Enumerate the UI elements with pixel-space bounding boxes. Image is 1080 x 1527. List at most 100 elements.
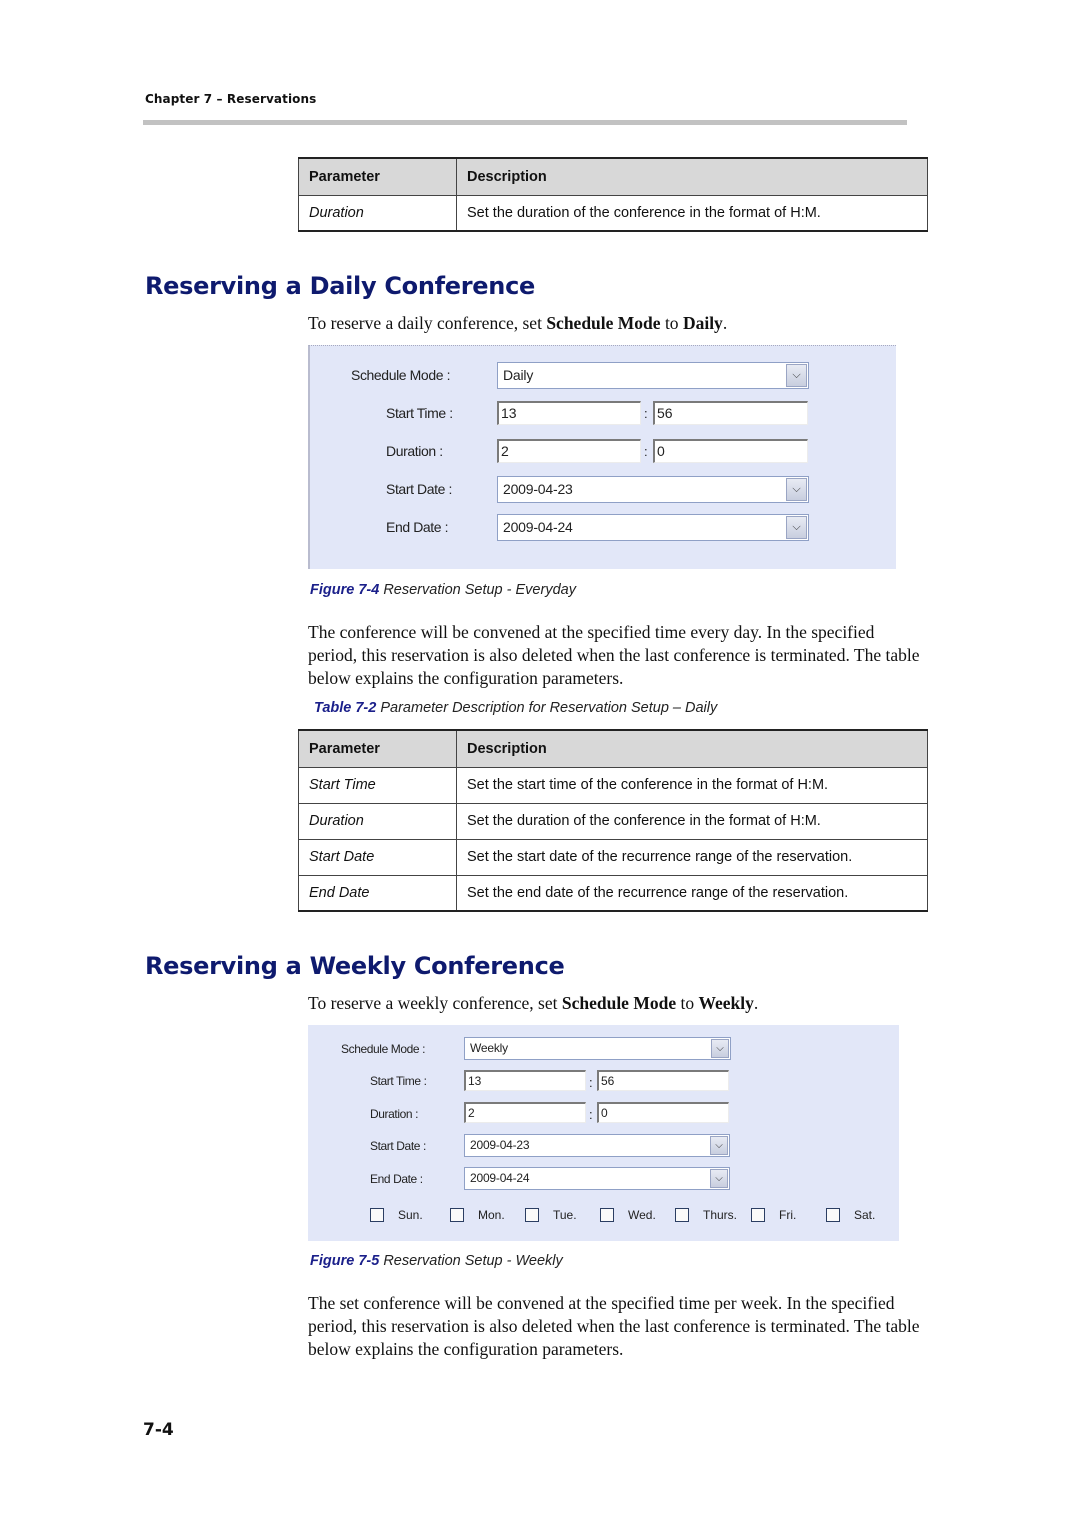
start-time-minute-input[interactable]: 56 [597, 1070, 729, 1091]
end-date-select[interactable]: 2009-04-24 ⌵ [464, 1167, 730, 1190]
checkbox-icon[interactable] [370, 1208, 384, 1222]
param-name: Duration [298, 195, 457, 232]
column-header-description: Description [456, 157, 928, 196]
day-label: Fri. [779, 1208, 797, 1222]
column-header-description: Description [456, 729, 928, 768]
param-desc: Set the duration of the conference in th… [456, 803, 928, 840]
intro-daily: To reserve a daily conference, set Sched… [308, 312, 923, 335]
chevron-down-icon[interactable]: ⌵ [786, 364, 807, 387]
intro-bold-weekly: Weekly [698, 993, 754, 1013]
page-number: 7-4 [143, 1420, 174, 1440]
intro-text: . [753, 993, 759, 1013]
start-date-value: 2009-04-23 [503, 481, 573, 497]
schedule-mode-label: Schedule Mode : [351, 367, 451, 383]
day-checkbox-sun[interactable]: Sun. [370, 1208, 423, 1222]
caption-text: Parameter Description for Reservation Se… [376, 700, 718, 716]
checkbox-icon[interactable] [751, 1208, 765, 1222]
day-checkbox-sat[interactable]: Sat. [826, 1208, 875, 1222]
day-checkbox-wed[interactable]: Wed. [600, 1208, 656, 1222]
day-label: Sat. [854, 1208, 876, 1222]
end-date-value: 2009-04-24 [470, 1171, 530, 1185]
time-separator: : [644, 444, 648, 459]
chevron-down-icon[interactable]: ⌵ [786, 478, 807, 501]
end-date-value: 2009-04-24 [503, 519, 573, 535]
time-separator: : [589, 1075, 593, 1090]
start-time-hour-input[interactable]: 13 [464, 1070, 586, 1091]
start-date-select[interactable]: 2009-04-23 ⌵ [464, 1134, 730, 1157]
start-date-value: 2009-04-23 [470, 1138, 530, 1152]
caption-number: Table 7-2 [314, 700, 377, 716]
start-time-minute-input[interactable]: 56 [653, 401, 808, 425]
intro-bold-schedule-mode: Schedule Mode [546, 313, 661, 333]
param-name: Start Date [298, 839, 457, 876]
chevron-down-icon[interactable]: ⌵ [710, 1169, 728, 1188]
end-date-select[interactable]: 2009-04-24 ⌵ [497, 514, 809, 541]
schedule-mode-value: Weekly [470, 1041, 508, 1055]
table-row: Start Time Set the start time of the con… [298, 767, 928, 804]
start-time-label: Start Time : [370, 1074, 427, 1088]
daily-form-panel: Schedule Mode : Daily ⌵ Start Time : 13 … [308, 345, 896, 569]
day-checkbox-thurs[interactable]: Thurs. [675, 1208, 737, 1222]
chevron-down-icon[interactable]: ⌵ [711, 1039, 729, 1058]
figure-caption-7-4: Figure 7-4 Reservation Setup - Everyday [310, 582, 576, 598]
param-name: Duration [298, 803, 457, 840]
caption-text: Reservation Setup - Weekly [379, 1253, 563, 1269]
chevron-down-icon[interactable]: ⌵ [786, 516, 807, 539]
day-checkbox-fri[interactable]: Fri. [751, 1208, 796, 1222]
time-separator: : [589, 1107, 593, 1122]
schedule-mode-select[interactable]: Weekly ⌵ [464, 1037, 731, 1060]
schedule-mode-select[interactable]: Daily ⌵ [497, 362, 809, 389]
table-row: End Date Set the end date of the recurre… [298, 875, 928, 912]
table-row: Duration Set the duration of the confere… [298, 803, 928, 840]
end-date-label: End Date : [370, 1172, 423, 1186]
day-label: Wed. [628, 1208, 656, 1222]
intro-text: to [676, 993, 699, 1013]
intro-text: . [722, 313, 728, 333]
checkbox-icon[interactable] [600, 1208, 614, 1222]
checkbox-icon[interactable] [450, 1208, 464, 1222]
heading-daily: Reserving a Daily Conference [145, 272, 535, 300]
paragraph-weekly: The set conference will be convened at t… [308, 1293, 920, 1359]
duration-label: Duration : [386, 443, 443, 459]
start-date-label: Start Date : [370, 1139, 426, 1153]
schedule-mode-value: Daily [503, 367, 534, 383]
duration-minute-input[interactable]: 0 [653, 439, 808, 463]
day-label: Tue. [553, 1208, 577, 1222]
parameter-table-daily: Parameter Description Start Time Set the… [298, 729, 928, 912]
start-date-select[interactable]: 2009-04-23 ⌵ [497, 476, 809, 503]
param-desc: Set the duration of the conference in th… [456, 195, 928, 232]
figure-caption-7-5: Figure 7-5 Reservation Setup - Weekly [310, 1253, 563, 1269]
param-name: End Date [298, 875, 457, 912]
time-separator: : [644, 406, 648, 421]
chevron-down-icon[interactable]: ⌵ [710, 1136, 728, 1155]
day-label: Thurs. [703, 1208, 738, 1222]
duration-minute-input[interactable]: 0 [597, 1102, 729, 1123]
checkbox-icon[interactable] [675, 1208, 689, 1222]
end-date-label: End Date : [386, 519, 449, 535]
intro-text: To reserve a daily conference, set [308, 313, 547, 333]
checkbox-icon[interactable] [826, 1208, 840, 1222]
param-name: Start Time [298, 767, 457, 804]
caption-number: Figure 7-4 [310, 582, 380, 598]
param-desc: Set the end date of the recurrence range… [456, 875, 928, 912]
paragraph-daily: The conference will be convened at the s… [308, 622, 920, 688]
day-checkbox-tue[interactable]: Tue. [525, 1208, 577, 1222]
chapter-header: Chapter 7 – Reservations [145, 92, 317, 106]
start-time-hour-input[interactable]: 13 [497, 401, 641, 425]
start-date-label: Start Date : [386, 481, 453, 497]
duration-hour-input[interactable]: 2 [464, 1102, 586, 1123]
param-desc: Set the start date of the recurrence ran… [456, 839, 928, 876]
caption-text: Reservation Setup - Everyday [379, 582, 576, 598]
caption-number: Figure 7-5 [310, 1253, 380, 1269]
duration-hour-input[interactable]: 2 [497, 439, 641, 463]
intro-bold-daily: Daily [682, 313, 723, 333]
checkbox-icon[interactable] [525, 1208, 539, 1222]
table-row: Duration Set the duration of the confere… [298, 195, 928, 232]
start-time-label: Start Time : [386, 405, 453, 421]
day-checkbox-mon[interactable]: Mon. [450, 1208, 505, 1222]
day-label: Sun. [398, 1208, 423, 1222]
column-header-parameter: Parameter [298, 729, 457, 768]
parameter-table-top: Parameter Description Duration Set the d… [298, 157, 928, 232]
header-rule [143, 120, 907, 125]
day-label: Mon. [478, 1208, 505, 1222]
